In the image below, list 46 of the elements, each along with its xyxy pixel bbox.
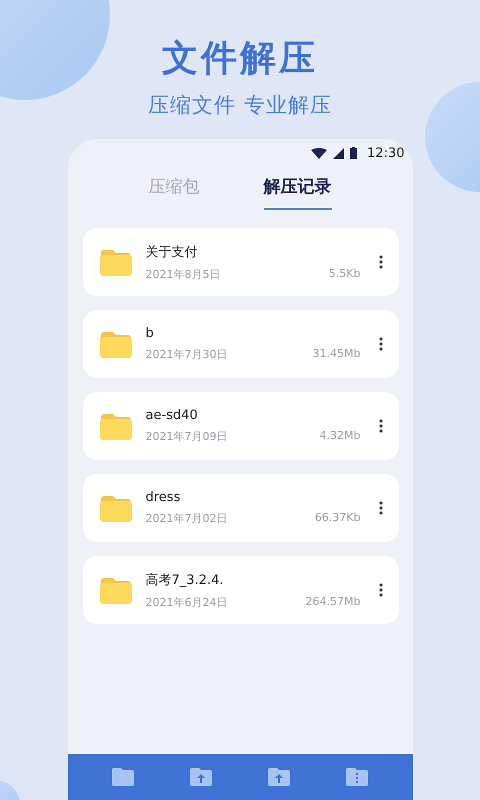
folder-icon bbox=[98, 329, 132, 359]
file-size: 5.5Kb bbox=[328, 266, 360, 282]
more-button[interactable] bbox=[376, 581, 384, 599]
more-button[interactable] bbox=[376, 253, 384, 271]
file-size: 4.32Mb bbox=[320, 429, 360, 444]
tab[interactable]: 解压记录 bbox=[264, 175, 332, 210]
file-size: 31.45Mb bbox=[312, 347, 360, 362]
more-button[interactable] bbox=[376, 417, 384, 435]
file-date: 2021年7月02日 bbox=[146, 511, 228, 526]
more-icon bbox=[378, 419, 382, 433]
file-card[interactable]: 高考7_3.2.4. 2021年6月24日 264.57Mb bbox=[82, 556, 398, 624]
more-button[interactable] bbox=[376, 335, 384, 353]
file-name: 关于支付 bbox=[146, 244, 198, 260]
folder-upload-icon[interactable] bbox=[267, 766, 292, 788]
wifi-icon bbox=[311, 148, 328, 158]
file-date: 2021年8月5日 bbox=[146, 266, 220, 282]
more-icon bbox=[378, 501, 382, 515]
more-button[interactable] bbox=[376, 499, 384, 517]
folder-zip-icon[interactable] bbox=[345, 766, 370, 788]
folder-icon bbox=[98, 411, 132, 441]
folder-icon bbox=[98, 247, 132, 277]
folder-icon bbox=[98, 575, 132, 605]
file-date: 2021年7月09日 bbox=[146, 429, 228, 444]
file-name: ae-sd40 bbox=[146, 408, 199, 423]
file-name: dress bbox=[146, 490, 182, 505]
file-size: 66.37Kb bbox=[314, 511, 360, 526]
file-card[interactable]: 关于支付 2021年8月5日 5.5Kb bbox=[82, 228, 398, 296]
battery-icon bbox=[350, 147, 358, 159]
file-name: b bbox=[146, 326, 155, 341]
more-icon bbox=[378, 583, 382, 597]
status-time: 12:30 bbox=[367, 146, 404, 160]
folder-icon bbox=[98, 493, 132, 523]
more-icon bbox=[378, 337, 382, 351]
file-card[interactable]: b 2021年7月30日 31.45Mb bbox=[82, 310, 398, 378]
folder-icon[interactable] bbox=[110, 766, 135, 788]
file-card[interactable]: ae-sd40 2021年7月09日 4.32Mb bbox=[82, 392, 398, 460]
file-date: 2021年6月24日 bbox=[146, 594, 228, 610]
file-size: 264.57Mb bbox=[306, 594, 360, 610]
file-card[interactable]: dress 2021年7月02日 66.37Kb bbox=[82, 474, 398, 542]
file-name: 高考7_3.2.4. bbox=[146, 572, 224, 588]
signal-icon bbox=[333, 148, 344, 158]
app-title: 文件解压 bbox=[162, 37, 318, 81]
app-subtitle: 压缩文件 专业解压 bbox=[148, 92, 332, 119]
more-icon bbox=[378, 255, 382, 269]
file-date: 2021年7月30日 bbox=[146, 347, 228, 362]
folder-upload-icon[interactable] bbox=[188, 766, 213, 788]
